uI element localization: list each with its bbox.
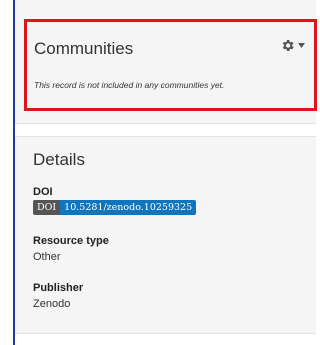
communities-empty-message: This record is not included in any commu… <box>34 80 225 90</box>
panel-gap <box>15 124 316 136</box>
communities-settings-dropdown[interactable] <box>280 38 305 53</box>
publisher-value: Zenodo <box>33 298 71 310</box>
resource-type-value: Other <box>33 251 61 263</box>
communities-highlight-box <box>24 19 317 111</box>
communities-title: Communities <box>34 39 134 58</box>
doi-badge-value: 10.5281/zenodo.10259325 <box>60 200 197 215</box>
doi-badge[interactable]: DOI 10.5281/zenodo.10259325 <box>33 200 197 215</box>
doi-label: DOI <box>33 186 53 198</box>
gear-icon <box>282 40 294 51</box>
details-title: Details <box>33 150 85 169</box>
resource-type-label: Resource type <box>33 235 109 247</box>
caret-down-icon <box>298 43 305 48</box>
publisher-label: Publisher <box>33 282 84 294</box>
doi-badge-key: DOI <box>33 200 61 215</box>
